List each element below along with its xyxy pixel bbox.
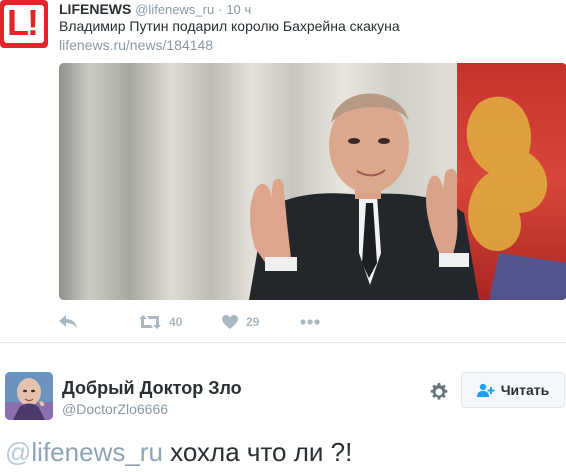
- quoted-tweet[interactable]: L! LIFENEWS @lifenews_ru · 10 ч Владимир…: [0, 0, 566, 342]
- header-separator: ·: [218, 2, 223, 17]
- tweet-text: @lifenews_ru хохла что ли ?!: [5, 436, 352, 468]
- author-name[interactable]: LIFENEWS: [59, 1, 131, 17]
- doctor-zlo-avatar[interactable]: [5, 372, 53, 420]
- quoted-tweet-header: LIFENEWS @lifenews_ru · 10 ч: [59, 0, 251, 18]
- author-handle[interactable]: @lifenews_ru: [135, 2, 214, 17]
- reply-icon: [59, 315, 77, 328]
- reply-button[interactable]: [59, 310, 77, 334]
- tweet-time[interactable]: 10 ч: [226, 2, 251, 17]
- mention-at-symbol[interactable]: @: [5, 437, 31, 467]
- mention-link[interactable]: lifenews_ru: [31, 437, 163, 467]
- add-user-icon: [476, 383, 495, 397]
- more-button[interactable]: [300, 310, 320, 334]
- gear-icon[interactable]: [428, 381, 450, 403]
- avatar-illustration: [5, 372, 53, 420]
- lifenews-logo-letter: L!: [7, 2, 39, 43]
- retweet-button[interactable]: 40: [139, 310, 182, 334]
- display-name[interactable]: Добрый Доктор Зло: [62, 377, 242, 399]
- photo-illustration: [59, 63, 566, 300]
- quoted-tweet-link[interactable]: lifenews.ru/news/184148: [59, 36, 213, 54]
- quoted-tweet-text: Владимир Путин подарил королю Бахрейна с…: [59, 18, 400, 34]
- more-dots-icon: [300, 319, 320, 325]
- retweet-icon: [139, 315, 161, 329]
- follow-button[interactable]: Читать: [461, 372, 565, 408]
- heart-icon: [222, 315, 238, 329]
- follow-button-label: Читать: [500, 382, 550, 398]
- tweet-divider: [0, 342, 566, 343]
- tweet-media-photo[interactable]: [59, 63, 566, 300]
- like-button[interactable]: 29: [222, 310, 259, 334]
- lifenews-logo: L!: [4, 2, 44, 43]
- quoted-tweet-actions: 40 29: [59, 310, 359, 334]
- screen-name[interactable]: @DoctorZlo6666: [62, 400, 168, 418]
- tweet-body-text: хохла что ли ?!: [162, 437, 353, 467]
- retweet-count: 40: [169, 315, 183, 329]
- lifenews-avatar[interactable]: L!: [0, 0, 48, 48]
- gear-icon-svg: [430, 383, 448, 400]
- like-count: 29: [246, 315, 260, 329]
